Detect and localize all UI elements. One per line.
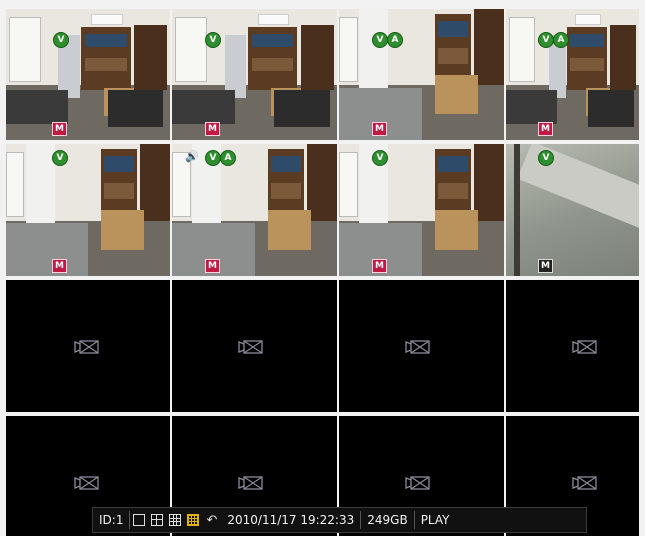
layout-single-icon[interactable] (133, 514, 146, 526)
camera-tile-7[interactable]: V M (339, 144, 504, 276)
camera-tile-6[interactable]: 🔊 V A M (172, 144, 337, 276)
no-video-camera-icon (572, 476, 597, 490)
camera-grid: V M V M V A M V A M V M 🔊 V A M V M V M (0, 0, 645, 536)
layout-nine-icon[interactable] (169, 514, 182, 526)
audio-icon: A (220, 150, 236, 166)
camera-tile-11[interactable] (339, 280, 504, 412)
camera-tile-4[interactable]: V A M (506, 9, 639, 140)
video-icon: V (538, 150, 554, 166)
video-icon: V (205, 150, 221, 166)
no-video-camera-icon (405, 476, 430, 490)
layout-sixteen-icon[interactable] (187, 514, 200, 526)
audio-icon: A (553, 32, 569, 48)
status-bar: ID:1 ↶ 2010/11/17 19:22:33 249GB PLAY (92, 507, 587, 533)
video-icon: V (53, 32, 69, 48)
video-icon: V (372, 150, 388, 166)
playback-mode[interactable]: PLAY (415, 513, 456, 527)
no-video-camera-icon (74, 340, 99, 354)
motion-icon: M (205, 122, 220, 136)
motion-icon: M (205, 259, 220, 273)
video-icon: V (52, 150, 68, 166)
audio-icon: A (387, 32, 403, 48)
speaker-icon: 🔊 (185, 150, 199, 163)
return-icon[interactable]: ↶ (206, 513, 217, 528)
datetime: 2010/11/17 19:22:33 (227, 513, 355, 527)
no-video-camera-icon (572, 340, 597, 354)
camera-tile-3[interactable]: V A M (339, 9, 504, 140)
camera-tile-2[interactable]: V M (172, 9, 337, 140)
camera-tile-9[interactable] (6, 280, 170, 412)
divider (129, 511, 131, 529)
video-icon: V (205, 32, 221, 48)
motion-icon: M (538, 122, 553, 136)
camera-tile-5[interactable]: V M (6, 144, 170, 276)
camera-tile-12[interactable] (506, 280, 639, 412)
motion-icon: M (372, 122, 387, 136)
video-icon: V (372, 32, 388, 48)
layout-quad-icon[interactable] (151, 514, 164, 526)
motion-icon: M (52, 259, 67, 273)
no-video-camera-icon (238, 340, 263, 354)
camera-tile-1[interactable]: V M (6, 9, 170, 140)
no-video-camera-icon (74, 476, 99, 490)
motion-icon: M (372, 259, 387, 273)
no-video-camera-icon (405, 340, 430, 354)
storage-capacity: 249GB (367, 513, 408, 527)
motion-icon: M (538, 259, 553, 273)
camera-tile-10[interactable] (172, 280, 337, 412)
id-label: ID:1 (99, 513, 124, 527)
camera-tile-8[interactable]: V M (506, 144, 639, 276)
video-icon: V (538, 32, 554, 48)
no-video-camera-icon (238, 476, 263, 490)
motion-icon: M (52, 122, 67, 136)
